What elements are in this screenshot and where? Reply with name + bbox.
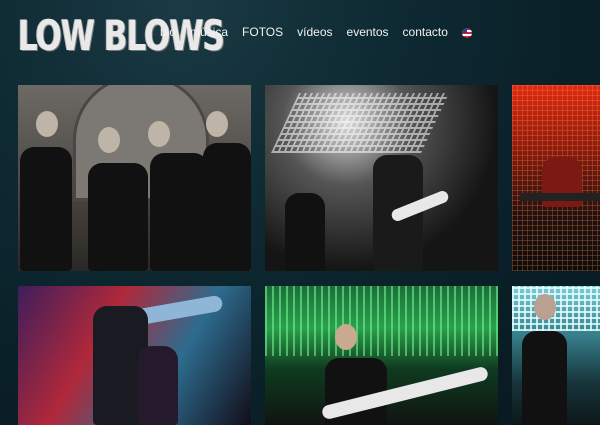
gallery-photo-guitarist-cyan-lights[interactable] xyxy=(512,286,600,425)
stage-lights xyxy=(271,93,449,153)
nav-item-eventos[interactable]: eventos xyxy=(347,25,389,39)
gallery-photo-singer-green-lights[interactable] xyxy=(265,286,498,425)
gallery-photo-live-stage-bw[interactable] xyxy=(265,85,498,271)
main-nav: bio música FOTOS vídeos eventos contacto xyxy=(160,25,472,39)
uk-flag-icon[interactable] xyxy=(461,27,472,38)
band-member xyxy=(150,153,208,271)
band-member xyxy=(20,147,72,271)
gallery-photo-bass-purple-lights[interactable] xyxy=(18,286,251,425)
band-member-head xyxy=(36,111,58,137)
band-member-head xyxy=(148,121,170,147)
green-light-wall xyxy=(265,286,498,356)
band-member-head xyxy=(98,127,120,153)
nav-item-musica[interactable]: música xyxy=(190,25,228,39)
band-member-head xyxy=(206,111,228,137)
nav-item-fotos[interactable]: FOTOS xyxy=(242,25,283,39)
performer xyxy=(285,193,325,271)
site-header: LOW BLOWS bio música FOTOS vídeos evento… xyxy=(0,0,600,80)
cyan-light-wall xyxy=(512,286,600,331)
performer xyxy=(138,346,178,425)
guitarist-head xyxy=(534,294,556,320)
nav-item-contacto[interactable]: contacto xyxy=(403,25,448,39)
nav-item-bio[interactable]: bio xyxy=(160,25,176,39)
band-member xyxy=(88,163,148,271)
band-member xyxy=(203,143,251,271)
keyboard xyxy=(520,193,600,201)
gallery-photo-band-portrait[interactable] xyxy=(18,85,251,271)
nav-item-videos[interactable]: vídeos xyxy=(297,25,332,39)
guitarist xyxy=(522,331,567,425)
singer-head xyxy=(335,324,357,350)
gallery-photo-keyboard-red-lights[interactable] xyxy=(512,85,600,271)
